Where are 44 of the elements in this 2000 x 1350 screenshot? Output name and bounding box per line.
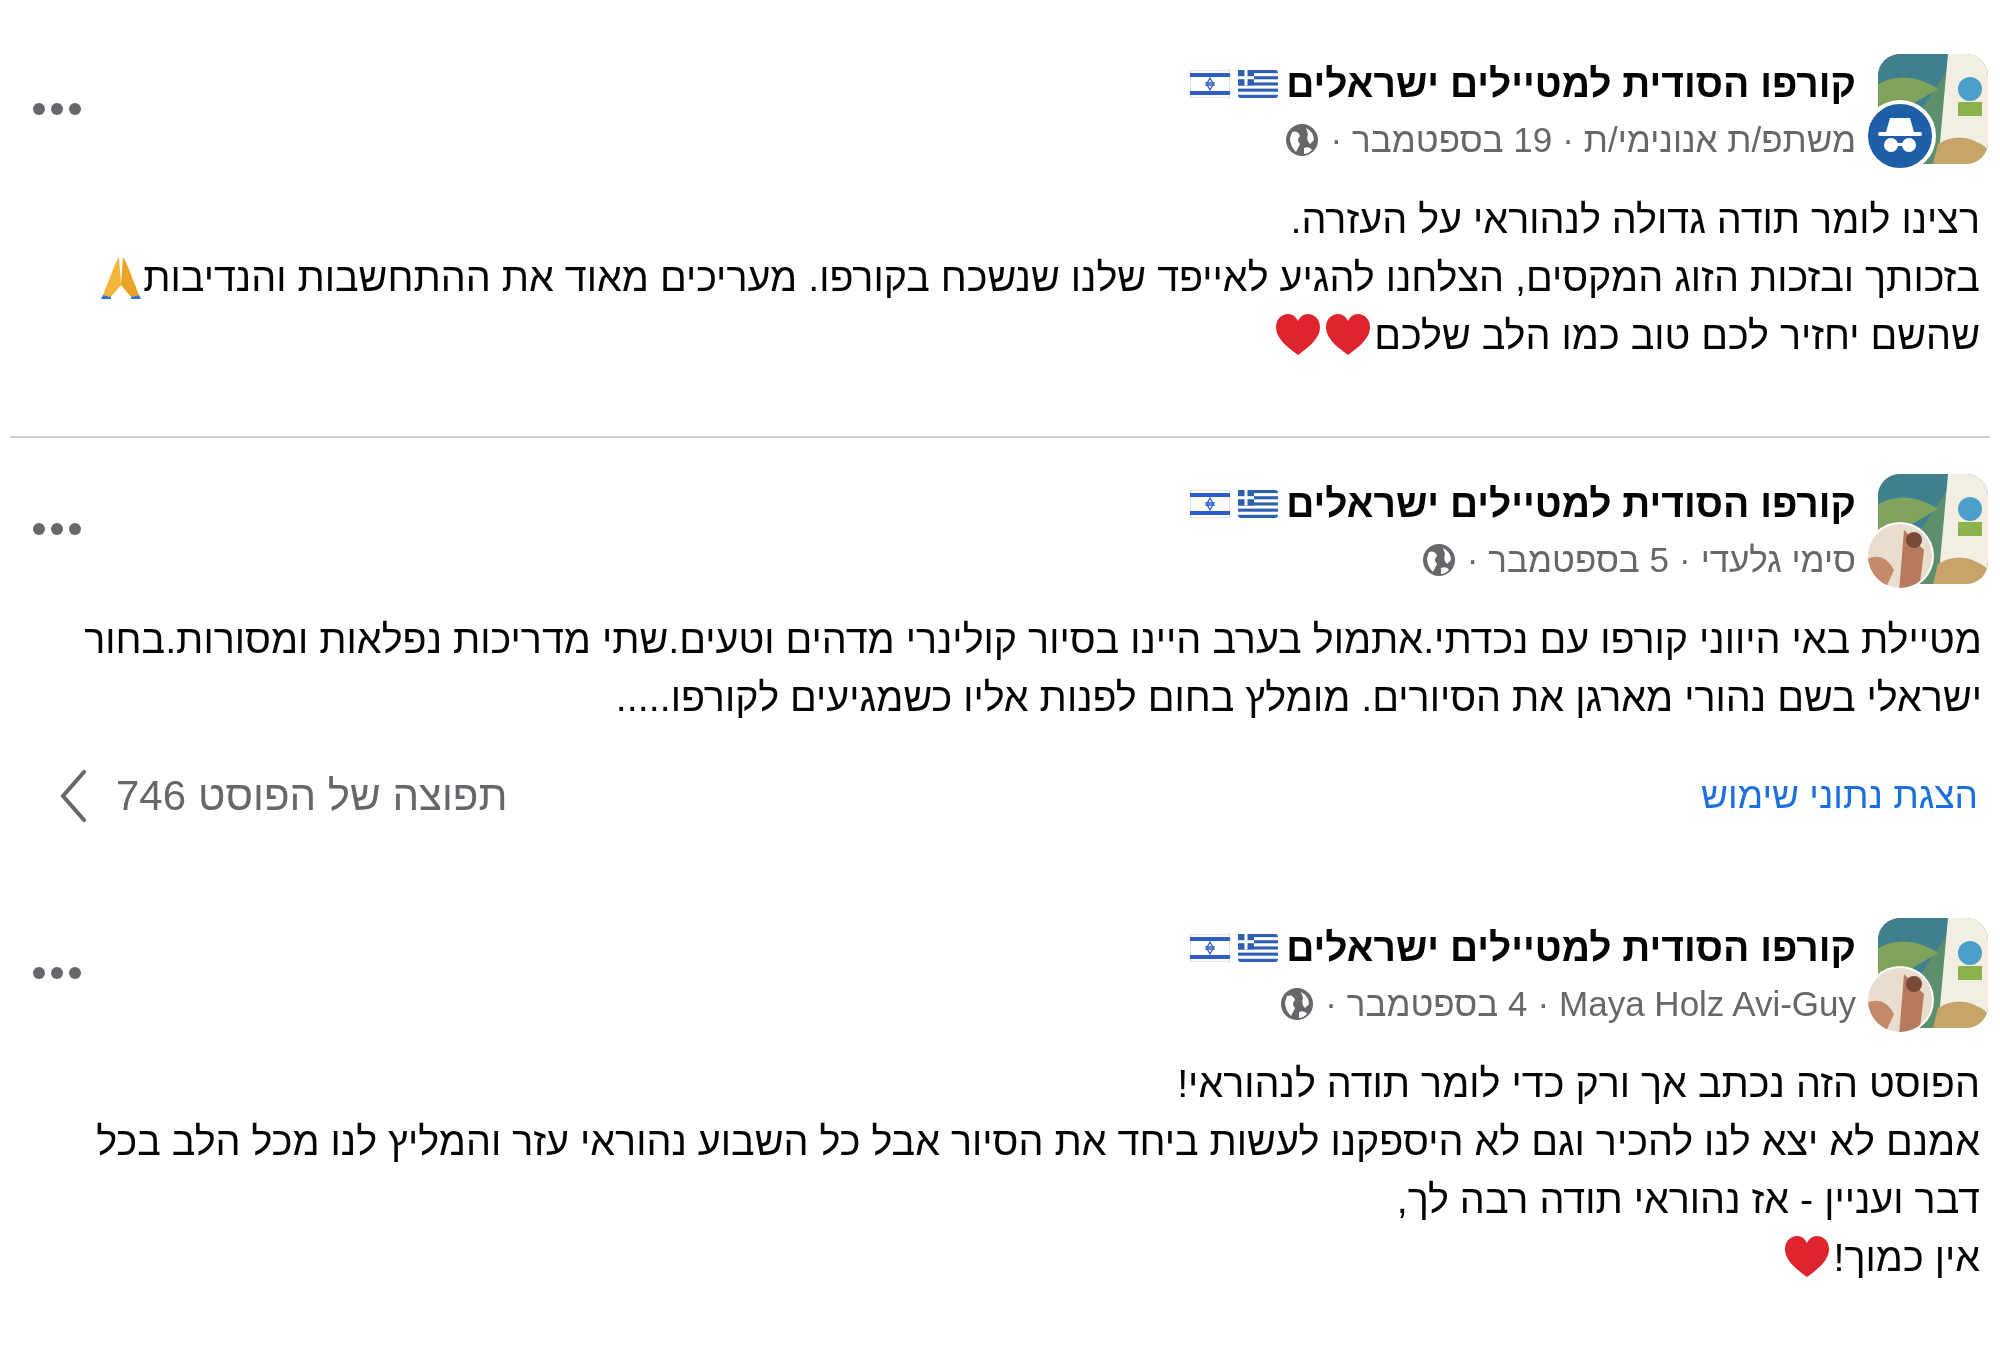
globe-icon	[1279, 986, 1316, 1022]
separator-dot: ·	[1562, 120, 1574, 160]
post-text-line: שהשם יחזיר לכם טוב כמו הלב שלכם	[1374, 312, 1980, 358]
heart-icon	[1274, 313, 1323, 357]
greek-flag-icon	[1238, 490, 1279, 518]
post-meta: 4 בספטמבר	[1346, 984, 1528, 1024]
post-text-line: ישראלי בשם נהורי מארגן את הסיורים. מומלץ בחום לפנות אליו כשמגיעים לקורפו.....	[615, 674, 1982, 720]
post-text-line: אין כמוך!	[1833, 1234, 1980, 1280]
post-meta: סימי גלעדי	[1700, 540, 1856, 580]
globe-icon	[1420, 542, 1457, 578]
separator-dot: ·	[1678, 540, 1691, 580]
post-text-line: דבר ועניין - אז נהוראי תודה רבה לך,	[1396, 1176, 1980, 1222]
israeli-flag-icon	[1190, 934, 1231, 962]
greek-flag-icon	[1238, 934, 1279, 962]
view-insights-link[interactable]: הצגת נתוני שימוש	[1701, 775, 1978, 817]
post-text-line: אמנם לא יצא לנו להכיר וגם לא היספקנו לעשות ביחד את הסיור אבל כל השבוע נהוראי עזר והמליץ לנו מכל הלב בכל	[96, 1118, 1980, 1164]
israeli-flag-icon	[1190, 70, 1231, 98]
heart-icon	[1324, 313, 1373, 357]
israeli-flag-icon	[1190, 490, 1231, 518]
separator-dot: ·	[1325, 984, 1337, 1024]
globe-icon	[1284, 122, 1321, 158]
post-reach-label: תפוצה של הפוסט	[198, 772, 508, 820]
separator-dot: ·	[1330, 120, 1343, 160]
group-name[interactable]: קורפו הסודית למטיילים ישראלים	[1286, 926, 1856, 970]
heart-icon	[1783, 1235, 1832, 1279]
post-meta: 5 בספטמבר	[1488, 540, 1669, 580]
group-name[interactable]: קורפו הסודית למטיילים ישראלים	[1286, 62, 1856, 106]
post-meta: 19 בספטמבר	[1352, 120, 1553, 160]
chevron-left-icon[interactable]	[60, 770, 86, 822]
post-text-line: בזכותך ובזכות הזוג המקסים, הצלחנו להגיע לאייפד שלנו שנשכח בקורפו. מעריכים מאוד את ההתחשבות והנדיבות	[143, 254, 1980, 300]
post-text-line: רצינו לומר תודה גדולה לנהוראי על העזרה.	[1290, 196, 1980, 242]
post-text-line: מטיילת באי היווני קורפו עם נכדתי.אתמול בערב היינו בסיור קולינרי מדהים וטעים.שתי מדריכות נפלאות ומסורות.בחור	[84, 616, 1982, 662]
post-meta: משתפ/ת אנונימי/ת	[1583, 120, 1856, 160]
praying-hands-icon	[101, 255, 142, 299]
more-options-icon[interactable]	[32, 102, 82, 116]
group-name[interactable]: קורפו הסודית למטיילים ישראלים	[1286, 482, 1856, 526]
separator-dot: ·	[1466, 540, 1479, 580]
separator-dot: ·	[1537, 984, 1550, 1024]
more-options-icon[interactable]	[32, 966, 82, 980]
post-reach-count: 746	[116, 772, 187, 820]
more-options-icon[interactable]	[32, 522, 82, 536]
greek-flag-icon	[1238, 70, 1279, 98]
post-meta: Maya Holz Avi-Guy	[1559, 984, 1856, 1024]
post-text-line: הפוסט הזה נכתב אך ורק כדי לומר תודה לנהוראי!	[1177, 1060, 1980, 1106]
